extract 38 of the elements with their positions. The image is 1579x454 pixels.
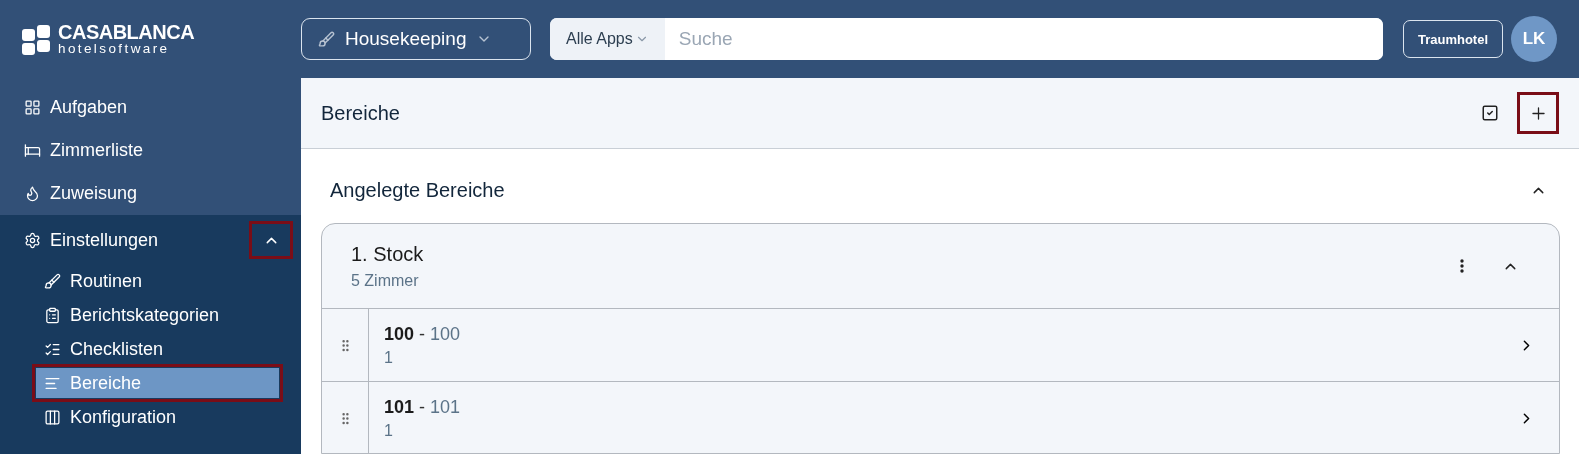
separator: - (419, 396, 426, 418)
logo-tagline: hotelsoftware (58, 42, 171, 56)
sidebar-item[interactable]: Aufgaben (0, 86, 301, 129)
more-icon (1460, 259, 1464, 274)
flame-icon (24, 185, 41, 202)
room-name: 100 (430, 323, 461, 345)
add-button[interactable] (1517, 92, 1559, 135)
sidebar-item[interactable]: Zimmerliste (0, 129, 301, 172)
settings-icon (24, 231, 41, 249)
room-detail: 1 (384, 348, 394, 367)
sidebar-item[interactable]: Einstellungen (50, 229, 240, 251)
room-number: 100 (384, 323, 415, 345)
sidebar-subitem[interactable]: Checklisten (36, 334, 279, 364)
sidebar-subitem[interactable]: Konfiguration (36, 402, 279, 432)
brush-icon (318, 30, 335, 48)
bed-icon (24, 142, 41, 159)
checkbox-icon (1481, 104, 1499, 123)
page-title: Bereiche (321, 101, 401, 125)
area-title: 1. Stock (351, 242, 425, 266)
app-switcher[interactable]: Housekeeping (301, 18, 531, 60)
brush-icon (44, 272, 61, 290)
separator: - (419, 323, 426, 345)
hotel-button[interactable]: Traumhotel (1402, 20, 1503, 58)
scope-dropdown[interactable]: Alle Apps (550, 18, 665, 60)
sidebar-subitem[interactable]: Routinen (36, 266, 279, 296)
search-field[interactable]: Alle Apps Suche (550, 18, 1383, 60)
room-count: 5 Zimmer (351, 271, 420, 290)
room-detail: 1 (384, 421, 394, 440)
room-name: 101 (430, 396, 461, 418)
room-number: 101 (384, 396, 415, 418)
logo-name: CASABLANCA (58, 22, 195, 43)
section-title: Angelegte Bereiche (330, 178, 506, 202)
grid-icon (24, 99, 41, 116)
sidebar-item[interactable]: Zuweisung (0, 172, 301, 215)
logo-icon (22, 23, 52, 55)
sidebar-subitem[interactable]: Berichtskategorien (36, 300, 279, 330)
clipboard-icon (44, 306, 61, 324)
columns-icon (44, 408, 61, 426)
